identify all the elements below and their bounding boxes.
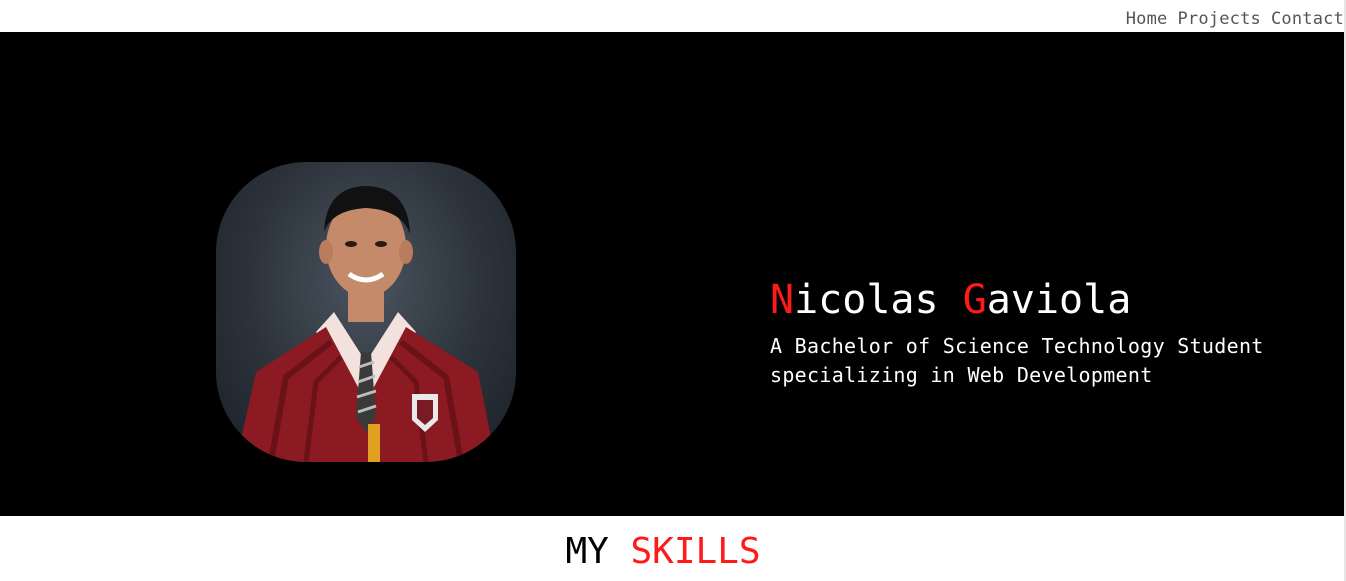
hero-section: Nicolas Gaviola A Bachelor of Science Te… xyxy=(0,32,1346,516)
nav-link-home[interactable]: Home xyxy=(1126,9,1168,29)
skills-heading-accent: SKILLS xyxy=(630,531,761,572)
nav-links: Home Projects Contact xyxy=(1126,9,1344,29)
hero-name: Nicolas Gaviola xyxy=(770,276,1290,324)
hero-subtitle: A Bachelor of Science Technology Student… xyxy=(770,334,1264,387)
skills-heading-first: MY xyxy=(565,531,609,572)
top-navbar: Home Projects Contact xyxy=(0,0,1346,32)
name-first-rest: icolas xyxy=(794,277,939,323)
hero-title-block: Nicolas Gaviola A Bachelor of Science Te… xyxy=(770,276,1290,390)
skills-section: MY SKILLS xyxy=(0,516,1346,581)
profile-photo xyxy=(216,162,516,462)
graduation-portrait-image xyxy=(236,186,496,462)
name-last-initial: G xyxy=(962,277,987,323)
nav-link-contact[interactable]: Contact xyxy=(1271,9,1344,29)
skills-heading: MY SKILLS xyxy=(0,532,1336,572)
name-first-initial: N xyxy=(770,277,795,323)
nav-link-projects[interactable]: Projects xyxy=(1177,9,1260,29)
name-last-rest: aviola xyxy=(986,277,1132,323)
